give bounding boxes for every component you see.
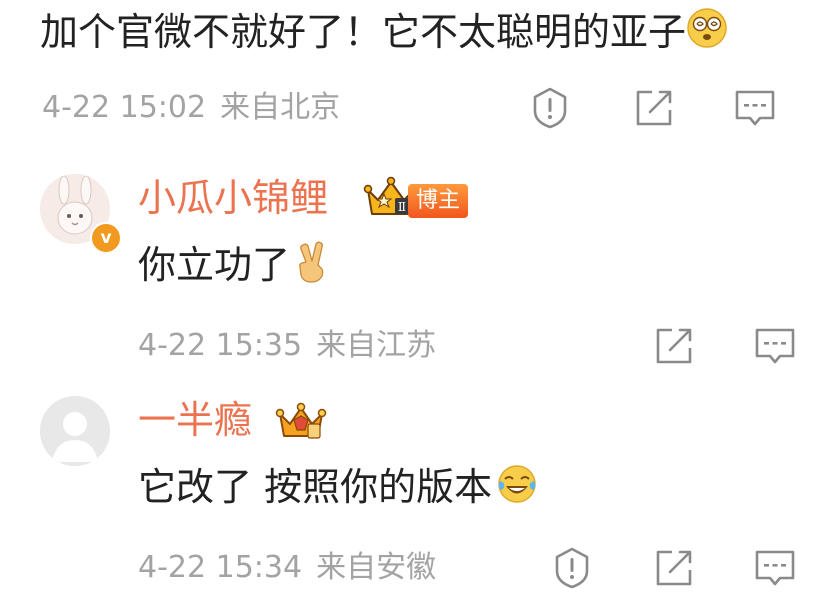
share-icon[interactable] — [652, 546, 696, 590]
report-icon[interactable] — [550, 546, 594, 590]
comment-thread: 加个官微不就好了！它不太聪明的亚子 4-22 15:02 来自北京 v 小瓜小锦… — [0, 0, 828, 610]
comment-location: 来自江苏 — [316, 328, 437, 363]
comment-location: 来自安徽 — [316, 550, 437, 585]
dizzy-face-emoji — [686, 7, 728, 62]
reply-body: 它改了 按照你的版本 — [138, 465, 493, 509]
victory-hand-emoji — [294, 241, 330, 295]
tears-of-joy-emoji — [496, 463, 538, 517]
reply-username[interactable]: 小瓜小锦鲤 — [138, 174, 328, 222]
reply-body: 你立功了 — [138, 243, 291, 287]
verified-badge-icon: v — [90, 222, 122, 254]
parent-comment-meta: 4-22 15:02 来自北京 — [42, 88, 340, 128]
parent-comment-body: 加个官微不就好了！它不太聪明的亚子 — [40, 10, 687, 54]
reply-meta: 4-22 15:35 来自江苏 — [138, 326, 436, 366]
reply-text: 你立功了 — [138, 240, 330, 295]
share-icon[interactable] — [632, 86, 676, 130]
avatar[interactable] — [40, 396, 110, 466]
comment-location: 来自北京 — [220, 90, 341, 125]
comment-date: 4-22 15:02 — [42, 90, 207, 125]
blogger-badge: 博主 — [408, 184, 469, 218]
reply-username[interactable]: 一半瘾 — [138, 396, 252, 444]
crown-rank-icon — [272, 400, 330, 448]
reply-icon[interactable] — [733, 86, 777, 130]
share-icon[interactable] — [652, 324, 696, 368]
comment-date: 4-22 15:35 — [138, 328, 303, 363]
reply-icon[interactable] — [753, 546, 797, 590]
reply-text: 它改了 按照你的版本 — [138, 462, 538, 517]
reply-icon[interactable] — [753, 324, 797, 368]
reply-meta: 4-22 15:34 来自安徽 — [138, 548, 436, 588]
parent-comment-text: 加个官微不就好了！它不太聪明的亚子 — [40, 6, 728, 62]
comment-date: 4-22 15:34 — [138, 550, 303, 585]
default-avatar-image — [40, 396, 110, 466]
report-icon[interactable] — [528, 86, 572, 130]
crown-rank-label: Ⅱ — [398, 200, 406, 214]
